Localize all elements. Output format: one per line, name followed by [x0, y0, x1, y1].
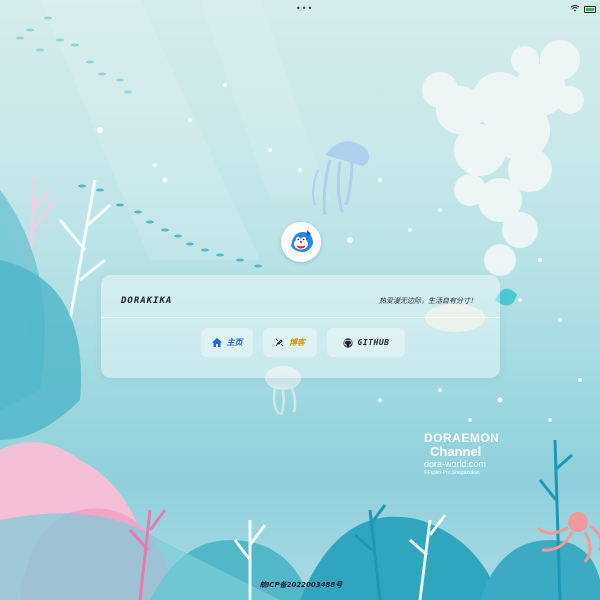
- watermark-line2: Channel: [430, 444, 482, 459]
- nav-blog-label: 博客: [289, 338, 305, 347]
- nav-home-button[interactable]: 主页: [201, 328, 253, 357]
- profile-card: DORAKIKA 热爱漫无边际，生活自有分寸！ 主页 博客 GITHUB: [101, 275, 500, 378]
- profile-name: DORAKIKA: [121, 296, 173, 306]
- status-bar-dots: •••: [296, 4, 314, 13]
- watermark-copyright: ©Fujiko-Pro,Shogakukan: [424, 470, 480, 476]
- battery-icon: [584, 6, 596, 13]
- github-icon: [342, 337, 353, 348]
- watermark-site: dora-world.com: [424, 459, 487, 469]
- home-icon: [211, 338, 222, 347]
- wifi-icon: [570, 5, 580, 12]
- nav-github-label: GITHUB: [357, 338, 390, 347]
- doraemon-watermark: DORAEMON Channel dora-world.com ©Fujiko-…: [424, 432, 524, 477]
- nav-github-button[interactable]: GITHUB: [327, 328, 405, 357]
- blog-icon: [275, 338, 284, 347]
- avatar[interactable]: [281, 222, 321, 262]
- nav-blog-button[interactable]: 博客: [263, 328, 317, 357]
- profile-motto: 热爱漫无边际，生活自有分寸！: [379, 297, 477, 305]
- icp-record-link[interactable]: 皖ICP备2022003488号: [250, 578, 352, 592]
- card-divider: [101, 317, 500, 318]
- nav-home-label: 主页: [226, 338, 243, 347]
- avatar-image: [283, 224, 319, 260]
- status-bar: •••: [0, 0, 600, 20]
